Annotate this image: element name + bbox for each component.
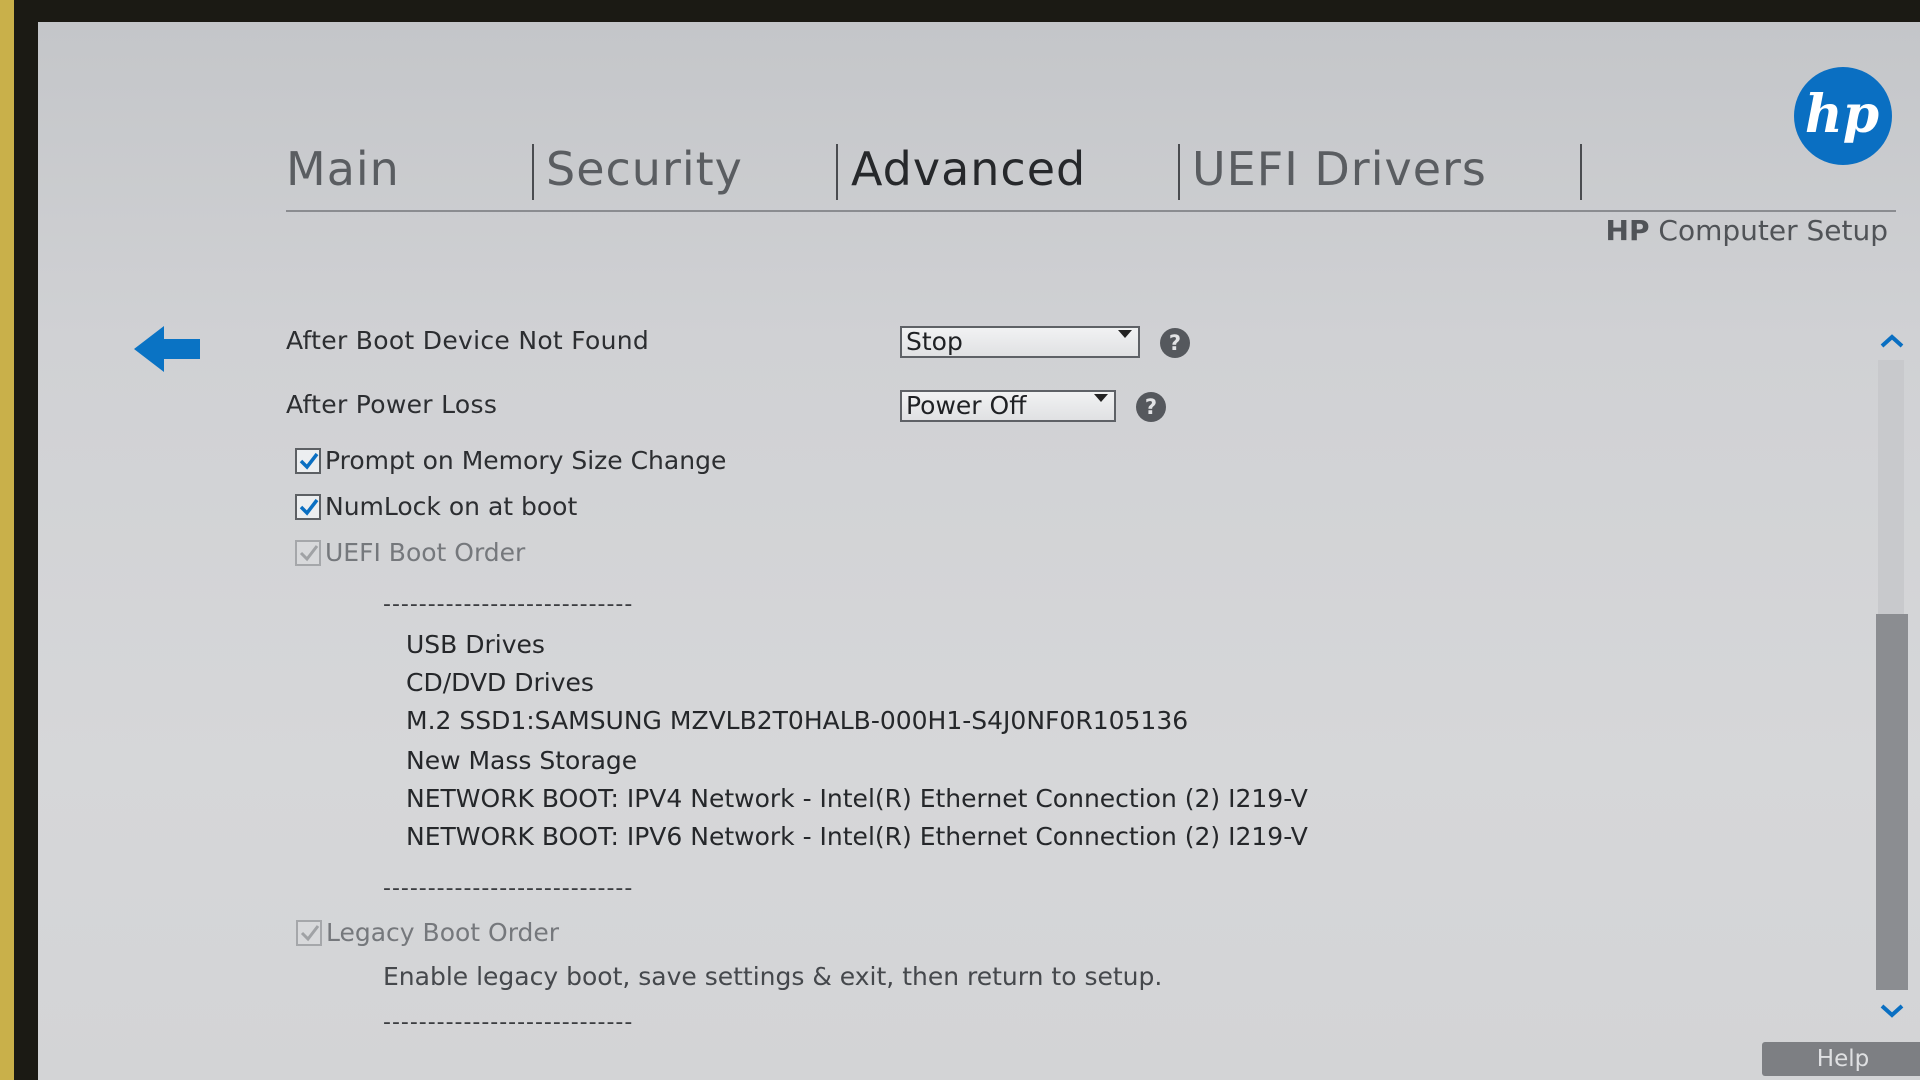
tab-advanced[interactable]: Advanced xyxy=(851,142,1086,196)
separator-line: ---------------------------- xyxy=(383,592,634,617)
after-power-loss-select[interactable]: Power Off xyxy=(900,390,1116,422)
help-button[interactable]: Help xyxy=(1762,1042,1920,1076)
boot-item[interactable]: CD/DVD Drives xyxy=(406,668,594,697)
boot-item[interactable]: M.2 SSD1:SAMSUNG MZVLB2T0HALB-000H1-S4J0… xyxy=(406,706,1188,735)
checkmark-icon xyxy=(299,452,319,470)
tab-divider xyxy=(836,144,838,200)
uefi-boot-order-label: UEFI Boot Order xyxy=(325,538,526,567)
help-icon[interactable]: ? xyxy=(1136,392,1166,422)
tab-divider xyxy=(1178,144,1180,200)
prompt-memory-size-label: Prompt on Memory Size Change xyxy=(325,446,727,475)
monitor-bezel xyxy=(0,0,14,1080)
tab-underline xyxy=(286,210,1896,212)
boot-item[interactable]: USB Drives xyxy=(406,630,545,659)
after-boot-device-label: After Boot Device Not Found xyxy=(286,326,650,355)
chevron-down-icon xyxy=(1880,1004,1904,1018)
dropdown-caret-icon xyxy=(1094,394,1108,402)
separator-line: ---------------------------- xyxy=(383,876,634,901)
back-arrow-icon[interactable] xyxy=(134,324,204,374)
tab-main[interactable]: Main xyxy=(286,142,400,196)
legacy-boot-order-checkbox xyxy=(296,920,322,946)
app-title-brand: HP xyxy=(1605,214,1650,247)
app-title-text: Computer Setup xyxy=(1658,214,1888,247)
hp-logo: hp xyxy=(1793,66,1893,166)
tab-security[interactable]: Security xyxy=(546,142,743,196)
after-boot-device-select[interactable]: Stop xyxy=(900,326,1140,358)
after-power-loss-label: After Power Loss xyxy=(286,390,498,419)
separator-line: ---------------------------- xyxy=(383,1010,634,1035)
scrollbar-thumb[interactable] xyxy=(1876,614,1908,990)
prompt-memory-size-checkbox[interactable] xyxy=(295,448,321,474)
boot-item[interactable]: NETWORK BOOT: IPV6 Network - Intel(R) Et… xyxy=(406,822,1308,851)
boot-item[interactable]: NETWORK BOOT: IPV4 Network - Intel(R) Et… xyxy=(406,784,1308,813)
hp-logo-text: hp xyxy=(1805,84,1879,145)
help-icon[interactable]: ? xyxy=(1160,328,1190,358)
after-power-loss-value: Power Off xyxy=(906,391,1027,420)
boot-item[interactable]: New Mass Storage xyxy=(406,746,637,775)
checkmark-icon xyxy=(299,545,319,562)
checkmark-icon xyxy=(300,925,320,942)
bios-screen: Main Security Advanced UEFI Drivers hp H… xyxy=(38,22,1920,1080)
dropdown-caret-icon xyxy=(1118,330,1132,338)
tab-bar: Main Security Advanced UEFI Drivers xyxy=(286,122,1588,208)
after-boot-device-value: Stop xyxy=(906,327,963,356)
uefi-boot-order-checkbox xyxy=(295,540,321,566)
checkmark-icon xyxy=(299,498,319,516)
tab-uefi-drivers[interactable]: UEFI Drivers xyxy=(1192,142,1487,196)
legacy-boot-order-label: Legacy Boot Order xyxy=(326,918,560,947)
scroll-up-button[interactable] xyxy=(1876,330,1908,352)
numlock-label: NumLock on at boot xyxy=(325,492,578,521)
tab-divider xyxy=(1580,144,1582,200)
chevron-up-icon xyxy=(1880,334,1904,348)
legacy-boot-note: Enable legacy boot, save settings & exit… xyxy=(383,962,1163,991)
scroll-down-button[interactable] xyxy=(1876,1000,1908,1022)
app-title: HP Computer Setup xyxy=(1606,214,1888,247)
numlock-checkbox[interactable] xyxy=(295,494,321,520)
tab-divider xyxy=(532,144,534,200)
